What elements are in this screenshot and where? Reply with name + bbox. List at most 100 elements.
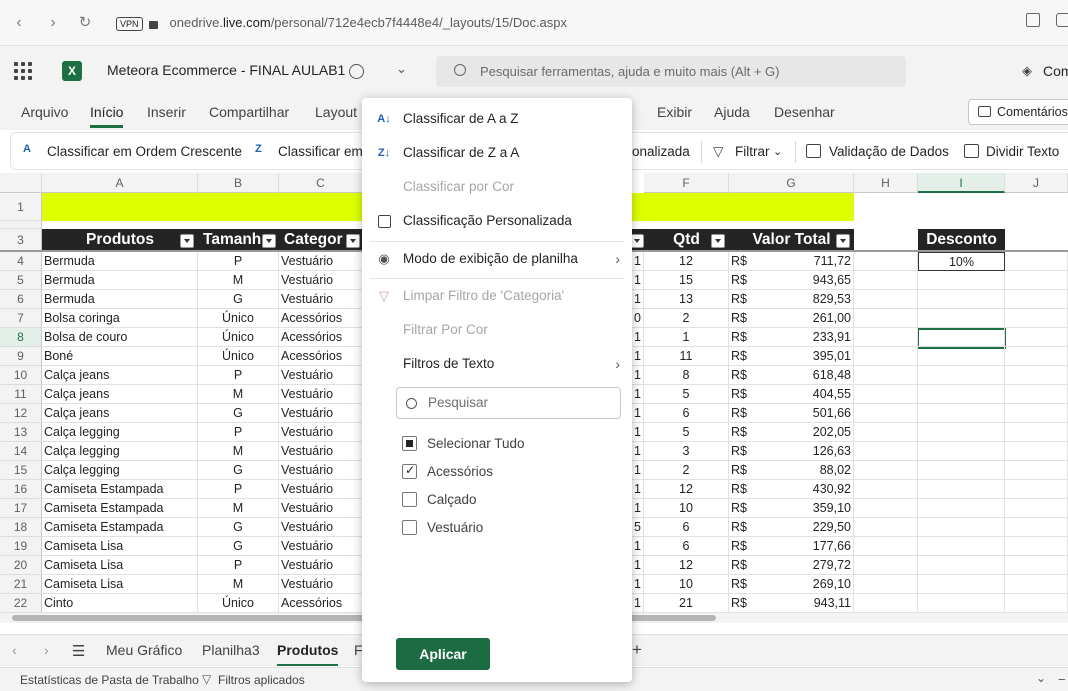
row-header[interactable]: 19 <box>0 537 42 556</box>
cell-qtd[interactable]: 11 <box>644 347 729 366</box>
tab-exibir[interactable]: Exibir <box>657 104 692 120</box>
cell-rs[interactable]: R$ <box>729 556 759 575</box>
cell-valor[interactable]: 943,65 <box>759 271 854 290</box>
cell-empty[interactable] <box>854 480 918 499</box>
cell-empty[interactable] <box>918 442 1005 461</box>
premium-link[interactable]: Com <box>1043 63 1068 79</box>
cell-qtd[interactable]: 6 <box>644 404 729 423</box>
tab-layout[interactable]: Layout <box>315 104 357 120</box>
cell-rs[interactable]: R$ <box>729 328 759 347</box>
cell-qtd[interactable]: 15 <box>644 271 729 290</box>
cell-produto[interactable]: Camiseta Estampada <box>42 518 198 537</box>
cell-e[interactable]: 1 <box>632 252 644 271</box>
row-header[interactable]: 16 <box>0 480 42 499</box>
cell-empty[interactable] <box>854 328 918 347</box>
vpn-badge[interactable]: VPN <box>116 16 143 31</box>
cell-cat[interactable]: Vestuário <box>279 518 363 537</box>
column-header-i[interactable]: I <box>918 173 1005 193</box>
cell-e[interactable]: 1 <box>632 537 644 556</box>
row-header[interactable]: 10 <box>0 366 42 385</box>
cell-empty[interactable] <box>854 271 918 290</box>
row-header-3[interactable]: 3 <box>0 229 42 251</box>
cell-empty[interactable] <box>854 252 918 271</box>
split-text-button[interactable]: Dividir Texto <box>986 144 1059 159</box>
custom-sort-button[interactable]: onalizada <box>632 144 690 159</box>
cell-empty[interactable] <box>854 442 918 461</box>
cell-cat[interactable]: Acessórios <box>279 594 363 613</box>
column-header-j[interactable]: J <box>1005 173 1068 193</box>
cell-empty[interactable] <box>918 518 1005 537</box>
cell-qtd[interactable]: 21 <box>644 594 729 613</box>
cell-valor[interactable]: 829,53 <box>759 290 854 309</box>
cell-rs[interactable]: R$ <box>729 423 759 442</box>
cell-empty[interactable] <box>1005 556 1068 575</box>
cell-tam[interactable]: G <box>198 404 279 423</box>
cell-empty[interactable] <box>1005 290 1068 309</box>
cell-cat[interactable]: Vestuário <box>279 556 363 575</box>
filter-dropdown-button[interactable] <box>711 234 725 248</box>
row-header[interactable]: 21 <box>0 575 42 594</box>
sheet-tab-meu-grafico[interactable]: Meu Gráfico <box>106 642 182 658</box>
cell-empty[interactable] <box>918 423 1005 442</box>
cell-valor[interactable]: 177,66 <box>759 537 854 556</box>
cell-valor[interactable]: 943,11 <box>759 594 854 613</box>
row-header[interactable]: 13 <box>0 423 42 442</box>
row-header[interactable]: 22 <box>0 594 42 613</box>
cell-rs[interactable]: R$ <box>729 404 759 423</box>
header-produtos[interactable]: Produtos <box>42 229 198 251</box>
cell-empty[interactable] <box>918 480 1005 499</box>
sheet-view-mode[interactable]: ◉ Modo de exibição de planilha › <box>362 243 632 275</box>
filter-dropdown-button[interactable] <box>346 234 360 248</box>
cell-empty[interactable] <box>1005 385 1068 404</box>
cell-qtd[interactable]: 12 <box>644 480 729 499</box>
cell-e[interactable]: 1 <box>632 575 644 594</box>
cell-rs[interactable]: R$ <box>729 347 759 366</box>
chevron-down-icon[interactable]: ⌄ <box>396 61 407 77</box>
share-page-icon[interactable] <box>1026 13 1040 27</box>
cell-cat[interactable]: Vestuário <box>279 404 363 423</box>
cell-cat[interactable]: Vestuário <box>279 537 363 556</box>
cell-rs[interactable]: R$ <box>729 518 759 537</box>
sort-descending-button[interactable]: Classificar em <box>278 144 363 159</box>
cell-empty[interactable] <box>854 518 918 537</box>
cell-cat[interactable]: Vestuário <box>279 271 363 290</box>
next-sheet-icon[interactable]: › <box>44 642 49 658</box>
cell-empty[interactable] <box>854 423 918 442</box>
comments-button[interactable]: Comentários <box>968 99 1068 125</box>
header-desconto[interactable]: Desconto <box>918 229 1005 251</box>
cell-cat[interactable]: Vestuário <box>279 385 363 404</box>
cell-valor[interactable]: 359,10 <box>759 499 854 518</box>
cell-tam[interactable]: P <box>198 366 279 385</box>
cell-produto[interactable]: Cinto <box>42 594 198 613</box>
cell-cat[interactable]: Vestuário <box>279 461 363 480</box>
cell-tam[interactable]: M <box>198 499 279 518</box>
filter-dropdown-button[interactable] <box>836 234 850 248</box>
row-header[interactable]: 8 <box>0 328 42 347</box>
cell-cat[interactable]: Vestuário <box>279 252 363 271</box>
cell-qtd[interactable]: 2 <box>644 461 729 480</box>
cell-cat[interactable]: Vestuário <box>279 423 363 442</box>
cell-empty[interactable] <box>918 271 1005 290</box>
apply-button[interactable]: Aplicar <box>396 638 490 670</box>
cell-tam[interactable]: Único <box>198 347 279 366</box>
cell-cat[interactable]: Vestuário <box>279 290 363 309</box>
cell-produto[interactable]: Calça legging <box>42 461 198 480</box>
cell-produto[interactable]: Calça jeans <box>42 404 198 423</box>
cell-tam[interactable]: M <box>198 271 279 290</box>
cell-empty[interactable] <box>918 537 1005 556</box>
extension-icon[interactable] <box>1056 13 1068 27</box>
tab-compartilhar[interactable]: Compartilhar <box>209 104 289 120</box>
cell-e[interactable]: 1 <box>632 328 644 347</box>
text-filters[interactable]: Filtros de Texto › <box>362 348 632 380</box>
cell-rs[interactable]: R$ <box>729 480 759 499</box>
cell-empty[interactable] <box>854 556 918 575</box>
row-header[interactable]: 6 <box>0 290 42 309</box>
cell-empty[interactable] <box>1005 404 1068 423</box>
cell-empty[interactable] <box>1005 594 1068 613</box>
row-header[interactable]: 11 <box>0 385 42 404</box>
cell-tam[interactable]: Único <box>198 328 279 347</box>
cell-empty[interactable] <box>1005 480 1068 499</box>
cell-produto[interactable]: Camiseta Lisa <box>42 537 198 556</box>
cell-empty[interactable] <box>1005 461 1068 480</box>
cell-empty[interactable] <box>918 385 1005 404</box>
